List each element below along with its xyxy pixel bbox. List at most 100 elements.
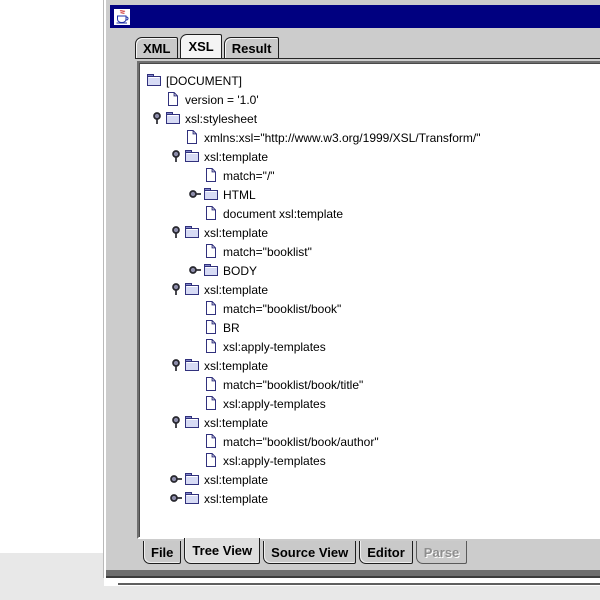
page-bottom-strip bbox=[0, 586, 600, 600]
document-icon bbox=[203, 319, 219, 335]
tree-node-label: match="booklist/book/author" bbox=[223, 434, 379, 449]
folder-icon bbox=[184, 224, 200, 240]
window-bottom-edge bbox=[106, 570, 600, 578]
xsl-document-tree: [DOCUMENT] version = '1.0' xsl:stylesheet x… bbox=[142, 71, 600, 508]
tree-node[interactable]: match="booklist" bbox=[142, 242, 600, 261]
document-icon bbox=[203, 395, 219, 411]
tree-node[interactable]: xsl:template bbox=[142, 280, 600, 299]
tree-node-label: xsl:apply-templates bbox=[223, 339, 326, 354]
document-icon bbox=[165, 91, 181, 107]
tree-node[interactable]: xsl:template bbox=[142, 489, 600, 508]
tree-node-label: match="/" bbox=[223, 168, 275, 183]
tab-label: File bbox=[151, 544, 174, 560]
tree-node[interactable]: document xsl:template bbox=[142, 204, 600, 223]
title-bar[interactable] bbox=[110, 5, 600, 28]
collapsed-handle-icon[interactable] bbox=[189, 187, 203, 201]
document-icon bbox=[203, 167, 219, 183]
document-icon bbox=[203, 376, 219, 392]
tree-node[interactable]: BODY bbox=[142, 261, 600, 280]
collapsed-handle-icon[interactable] bbox=[170, 491, 184, 505]
tree-node[interactable]: BR bbox=[142, 318, 600, 337]
tab-content-pane: [DOCUMENT] version = '1.0' xsl:stylesheet x… bbox=[135, 58, 600, 541]
java-cup-icon bbox=[114, 8, 130, 25]
document-icon bbox=[203, 452, 219, 468]
tree-node-label: match="booklist" bbox=[223, 244, 312, 259]
tab-label: XSL bbox=[188, 39, 214, 54]
folder-icon bbox=[184, 281, 200, 297]
tree-node[interactable]: xsl:stylesheet bbox=[142, 109, 600, 128]
document-icon bbox=[184, 129, 200, 145]
tree-node-label: match="booklist/book" bbox=[223, 301, 342, 316]
folder-icon bbox=[146, 72, 162, 88]
tree-node[interactable]: HTML bbox=[142, 185, 600, 204]
top-tab-strip: XML XSL Result bbox=[135, 34, 281, 58]
expanded-handle-icon[interactable] bbox=[170, 149, 184, 163]
folder-icon bbox=[184, 490, 200, 506]
expanded-handle-icon[interactable] bbox=[170, 358, 184, 372]
expanded-handle-icon[interactable] bbox=[170, 415, 184, 429]
tree-node-label: xsl:template bbox=[204, 225, 269, 240]
tree-node[interactable]: xsl:template bbox=[142, 223, 600, 242]
tree-node-label: xmlns:xsl="http://www.w3.org/1999/XSL/Tr… bbox=[204, 130, 481, 145]
tree-node[interactable]: match="booklist/book" bbox=[142, 299, 600, 318]
tree-node[interactable]: match="booklist/book/author" bbox=[142, 432, 600, 451]
tree-node[interactable]: xsl:template bbox=[142, 413, 600, 432]
document-icon bbox=[203, 338, 219, 354]
tree-node[interactable]: xmlns:xsl="http://www.w3.org/1999/XSL/Tr… bbox=[142, 128, 600, 147]
expanded-handle-icon[interactable] bbox=[170, 282, 184, 296]
tab-label: Source View bbox=[271, 544, 349, 560]
collapsed-handle-icon[interactable] bbox=[189, 263, 203, 277]
document-icon bbox=[203, 243, 219, 259]
tree-node[interactable]: [DOCUMENT] bbox=[142, 71, 600, 90]
tab-label: Tree View bbox=[192, 543, 253, 558]
tree-node-label: xsl:template bbox=[204, 415, 269, 430]
document-icon bbox=[203, 300, 219, 316]
tab-label: Result bbox=[231, 40, 272, 56]
tree-node-label: BR bbox=[223, 320, 240, 335]
tab-label: Parse bbox=[423, 544, 460, 560]
tab-tree-view[interactable]: Tree View bbox=[184, 538, 261, 564]
tree-node-label: xsl:apply-templates bbox=[223, 453, 326, 468]
bottom-tab-strip: File Tree View Source View Editor Parse bbox=[143, 538, 470, 569]
expanded-handle-icon[interactable] bbox=[170, 225, 184, 239]
collapsed-handle-icon[interactable] bbox=[170, 472, 184, 486]
tree-node-label: xsl:template bbox=[204, 149, 269, 164]
tree-node-label: xsl:apply-templates bbox=[223, 396, 326, 411]
tree-node-label: HTML bbox=[223, 187, 256, 202]
tree-node[interactable]: xsl:template bbox=[142, 356, 600, 375]
tree-node[interactable]: version = '1.0' bbox=[142, 90, 600, 109]
window-shadow-line bbox=[118, 583, 600, 585]
folder-icon bbox=[184, 357, 200, 373]
tab-xsl[interactable]: XSL bbox=[180, 34, 222, 58]
folder-icon bbox=[203, 262, 219, 278]
tree-node[interactable]: xsl:apply-templates bbox=[142, 337, 600, 356]
tree-node[interactable]: xsl:template bbox=[142, 470, 600, 489]
tree-node-label: xsl:template bbox=[204, 491, 269, 506]
expanded-handle-icon[interactable] bbox=[151, 111, 165, 125]
tree-node[interactable]: xsl:template bbox=[142, 147, 600, 166]
folder-icon bbox=[184, 471, 200, 487]
tree-node[interactable]: xsl:apply-templates bbox=[142, 451, 600, 470]
tab-label: XML bbox=[143, 40, 171, 56]
tab-xml[interactable]: XML bbox=[135, 37, 179, 58]
tree-scroll-panel[interactable]: [DOCUMENT] version = '1.0' xsl:stylesheet x… bbox=[137, 61, 600, 539]
tree-node[interactable]: xsl:apply-templates bbox=[142, 394, 600, 413]
tab-file[interactable]: File bbox=[143, 541, 182, 564]
folder-icon bbox=[184, 414, 200, 430]
tree-node-label: match="booklist/book/title" bbox=[223, 377, 364, 392]
tab-source-view[interactable]: Source View bbox=[263, 541, 357, 564]
folder-icon bbox=[165, 110, 181, 126]
tree-node-label: BODY bbox=[223, 263, 258, 278]
folder-icon bbox=[184, 148, 200, 164]
tab-editor[interactable]: Editor bbox=[359, 541, 413, 564]
tree-node[interactable]: match="/" bbox=[142, 166, 600, 185]
tree-node-label: xsl:stylesheet bbox=[185, 111, 258, 126]
tab-label: Editor bbox=[367, 544, 405, 560]
document-icon bbox=[203, 433, 219, 449]
tree-node[interactable]: match="booklist/book/title" bbox=[142, 375, 600, 394]
tree-node-label: version = '1.0' bbox=[185, 92, 259, 107]
tab-result[interactable]: Result bbox=[223, 37, 280, 58]
tree-node-label: [DOCUMENT] bbox=[166, 73, 242, 88]
app-window: XML XSL Result [DOCUMENT] version = '1.0' xs… bbox=[104, 0, 600, 578]
tree-node-label: document xsl:template bbox=[223, 206, 344, 221]
